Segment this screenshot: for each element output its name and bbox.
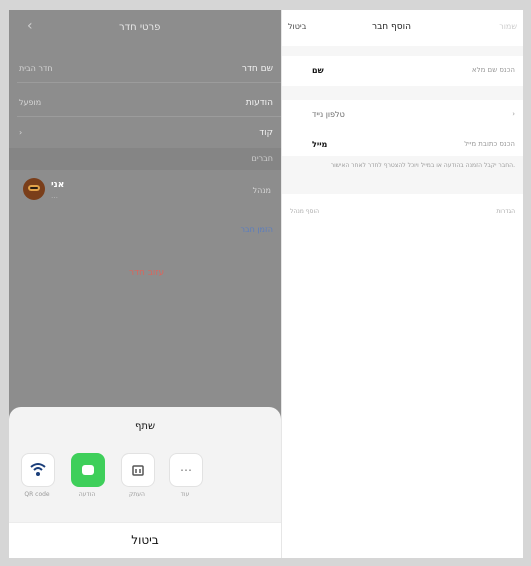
copy-icon: [132, 465, 144, 476]
tile-label: הודעה: [78, 491, 96, 498]
tile-label: העתק: [129, 491, 145, 498]
row-value: ›: [19, 128, 23, 137]
messages-tile[interactable]: [71, 453, 105, 487]
avatar[interactable]: [23, 178, 45, 200]
messages-icon: [82, 465, 94, 475]
email-input[interactable]: הכנס כתובת מייל: [464, 140, 515, 148]
field-label: שם: [312, 66, 324, 75]
chevron-right-icon: ›: [512, 110, 515, 118]
name-field-row[interactable]: שם הכנס שם מלא: [282, 56, 523, 86]
chevron-left-icon[interactable]: ‹: [27, 18, 33, 34]
gap: [282, 46, 523, 56]
row-value: חדר הבית: [19, 64, 53, 73]
share-title: שתף: [134, 421, 156, 432]
tile-label: עוד: [180, 491, 190, 498]
divider: [17, 82, 281, 83]
divider: [17, 116, 281, 117]
more-tile[interactable]: ⋯: [169, 453, 203, 487]
cancel-button[interactable]: ביטול: [9, 522, 281, 558]
more-icon: ⋯: [180, 463, 192, 477]
invite-member-link[interactable]: הזמן חבר: [240, 225, 273, 234]
email-field-row[interactable]: מייל הכנס כתובת מייל: [282, 130, 523, 156]
add-admin-link[interactable]: הוסף מנהל: [290, 208, 319, 215]
member-subtitle: …: [51, 192, 58, 200]
panel-title: הוסף חבר: [372, 22, 411, 32]
share-sheet: שתף QR code הודעה העתק ⋯ עוד ביטול: [9, 407, 281, 558]
row-label: קוד: [259, 128, 273, 138]
field-label: טלפון נייד: [312, 110, 345, 119]
help-text: החבר יקבל הזמנה בהודעה או במייל ויוכל לה…: [330, 162, 515, 169]
right-header: ביטול הוסף חבר שמור: [282, 10, 523, 47]
leave-room-button[interactable]: עזוב חדר: [129, 268, 164, 278]
name-input[interactable]: הכנס שם מלא: [472, 66, 515, 74]
cancel-link[interactable]: ביטול: [288, 22, 306, 31]
copy-tile[interactable]: [121, 453, 155, 487]
row-value: מופעל: [19, 98, 42, 107]
room-details-panel: ‹ פרטי חדר שם חדר חדר הבית הודעות מופעל …: [9, 10, 281, 558]
members-section: חברים: [9, 148, 281, 170]
save-link[interactable]: שמור: [499, 22, 517, 31]
gap: [282, 86, 523, 100]
settings-link[interactable]: הגדרות: [496, 208, 515, 215]
row-label: שם חדר: [241, 64, 273, 74]
page-title: פרטי חדר: [119, 22, 161, 33]
section-title: חברים: [251, 154, 273, 163]
phone-field-row[interactable]: טלפון נייד ›: [282, 100, 523, 131]
code-row[interactable]: קוד ›: [9, 120, 281, 146]
row-label: הודעות: [245, 98, 273, 108]
tile-label: QR code: [24, 491, 50, 498]
wifi-qr-tile[interactable]: [21, 453, 55, 487]
left-header: ‹ פרטי חדר: [9, 10, 281, 46]
add-member-panel: ביטול הוסף חבר שמור שם הכנס שם מלא טלפון…: [281, 10, 523, 558]
field-label: מייל: [312, 140, 328, 149]
member-name: אני: [51, 180, 65, 190]
room-name-row[interactable]: שם חדר חדר הבית: [9, 56, 281, 82]
screen: ‹ פרטי חדר שם חדר חדר הבית הודעות מופעל …: [9, 10, 523, 558]
member-role: מנהל: [252, 186, 271, 195]
wifi-qr-icon: [30, 463, 46, 476]
notifications-row[interactable]: הודעות מופעל: [9, 90, 281, 116]
